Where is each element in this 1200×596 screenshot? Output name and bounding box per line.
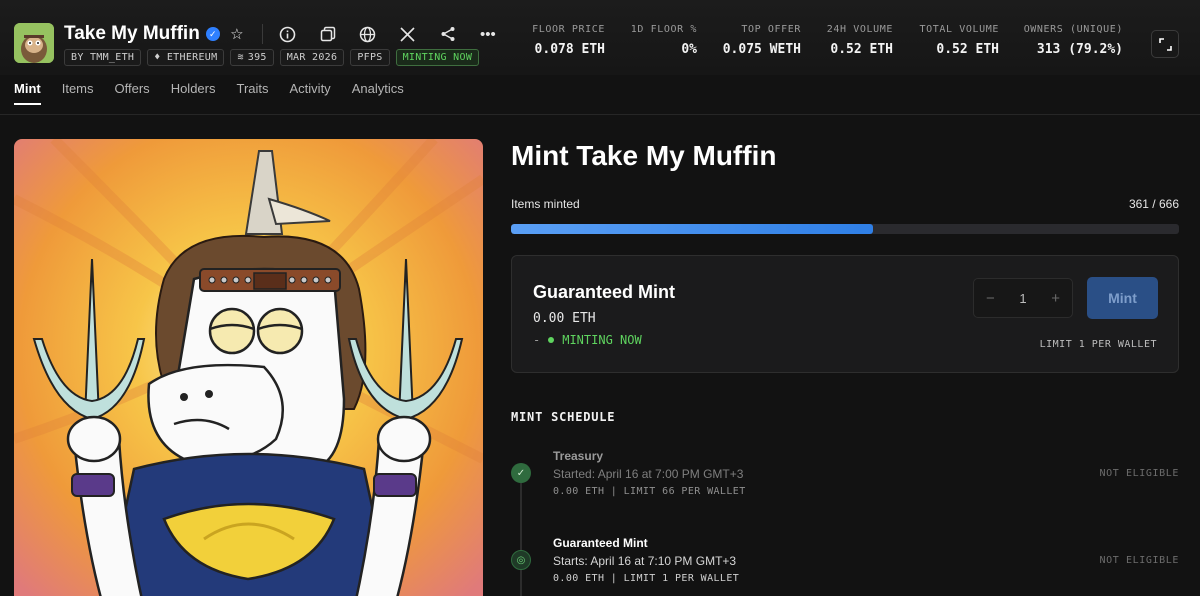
stat-label: TOP OFFER [741, 24, 801, 35]
phase-time: Starts: April 16 at 7:10 PM GMT+3 [553, 554, 737, 568]
guaranteed-mint-card: Guaranteed Mint 0.00 ETH - MINTING NOW −… [511, 255, 1179, 373]
phase-eligibility: NOT ELIGIBLE [1099, 468, 1179, 479]
mint-phase-icon: ◎ [511, 550, 531, 570]
status-dash: - [533, 333, 541, 347]
status-text: MINTING NOW [562, 333, 642, 347]
phase-eligibility: NOT ELIGIBLE [1099, 555, 1179, 566]
stat-top-offer: TOP OFFER 0.075 WETH [723, 24, 801, 57]
stat-24h-volume: 24H VOLUME 0.52 ETH [827, 24, 893, 57]
stat-value: 0% [681, 42, 697, 57]
collection-stats: FLOOR PRICE 0.078 ETH 1D FLOOR % 0% TOP … [0, 24, 1200, 64]
mint-phase-title: Guaranteed Mint [533, 282, 676, 302]
stat-value: 0.52 ETH [936, 42, 999, 57]
phase-info: 0.00 ETH | LIMIT 66 PER WALLET [553, 486, 746, 497]
mint-button[interactable]: Mint [1087, 277, 1158, 319]
mint-progress-bar [511, 224, 1179, 234]
stat-label: TOTAL VOLUME [919, 24, 999, 35]
phase-name: Guaranteed Mint [553, 536, 648, 550]
tab-activity[interactable]: Activity [290, 81, 331, 105]
phase-guaranteed: Guaranteed Mint Starts: April 16 at 7:10… [553, 536, 739, 584]
quantity-stepper: − 1 + [973, 278, 1073, 318]
stat-owners: OWNERS (UNIQUE) 313 (79.2%) [1024, 24, 1123, 57]
quantity-value[interactable]: 1 [1019, 291, 1026, 306]
tab-offers[interactable]: Offers [115, 81, 150, 105]
stat-value: 0.075 WETH [722, 42, 801, 57]
stat-floor-change: 1D FLOOR % 0% [631, 24, 697, 57]
collection-tabs: Mint Items Offers Holders Traits Activit… [14, 81, 404, 105]
expand-icon [1158, 37, 1172, 51]
check-icon: ✓ [511, 463, 531, 483]
stat-label: OWNERS (UNIQUE) [1023, 24, 1123, 35]
phase-name: Treasury [553, 449, 604, 463]
minted-count: 361 / 666 [1128, 197, 1179, 211]
mint-schedule-title: MINT SCHEDULE [511, 410, 616, 424]
expand-button[interactable] [1151, 30, 1179, 58]
mint-price: 0.00 ETH [533, 311, 596, 326]
stat-floor-price: FLOOR PRICE 0.078 ETH [532, 24, 605, 57]
collection-header: Take My Muffin ✓ ☆ ••• BY TMM_ETH ♦ ETHE… [0, 0, 1200, 75]
mint-progress-fill [511, 224, 874, 234]
tab-holders[interactable]: Holders [171, 81, 216, 105]
schedule-timeline [520, 482, 522, 596]
phase-treasury: Treasury Started: April 16 at 7:00 PM GM… [553, 449, 746, 497]
decrement-button[interactable]: − [986, 290, 995, 307]
increment-button[interactable]: + [1051, 290, 1060, 307]
items-minted-label: Items minted [511, 197, 580, 211]
stat-value: 0.078 ETH [534, 42, 605, 57]
stat-value: 313 (79.2%) [1036, 42, 1123, 57]
mint-title: Mint Take My Muffin [511, 140, 777, 171]
stat-total-volume: TOTAL VOLUME 0.52 ETH [920, 24, 999, 57]
stat-label: 1D FLOOR % [630, 24, 697, 35]
stat-value: 0.52 ETH [830, 42, 893, 57]
mint-status: - MINTING NOW [533, 333, 642, 347]
stat-label: FLOOR PRICE [532, 24, 605, 35]
tabs-divider [0, 114, 1200, 115]
stat-label: 24H VOLUME [826, 24, 893, 35]
phase-info: 0.00 ETH | LIMIT 1 PER WALLET [553, 573, 740, 584]
collection-artwork[interactable] [14, 139, 483, 596]
wallet-limit: LIMIT 1 PER WALLET [1039, 339, 1157, 350]
tab-mint[interactable]: Mint [14, 81, 41, 105]
tab-analytics[interactable]: Analytics [352, 81, 404, 105]
tab-items[interactable]: Items [62, 81, 94, 105]
live-dot-icon [548, 337, 555, 343]
tab-traits[interactable]: Traits [236, 81, 268, 105]
phase-time: Started: April 16 at 7:00 PM GMT+3 [553, 467, 744, 481]
